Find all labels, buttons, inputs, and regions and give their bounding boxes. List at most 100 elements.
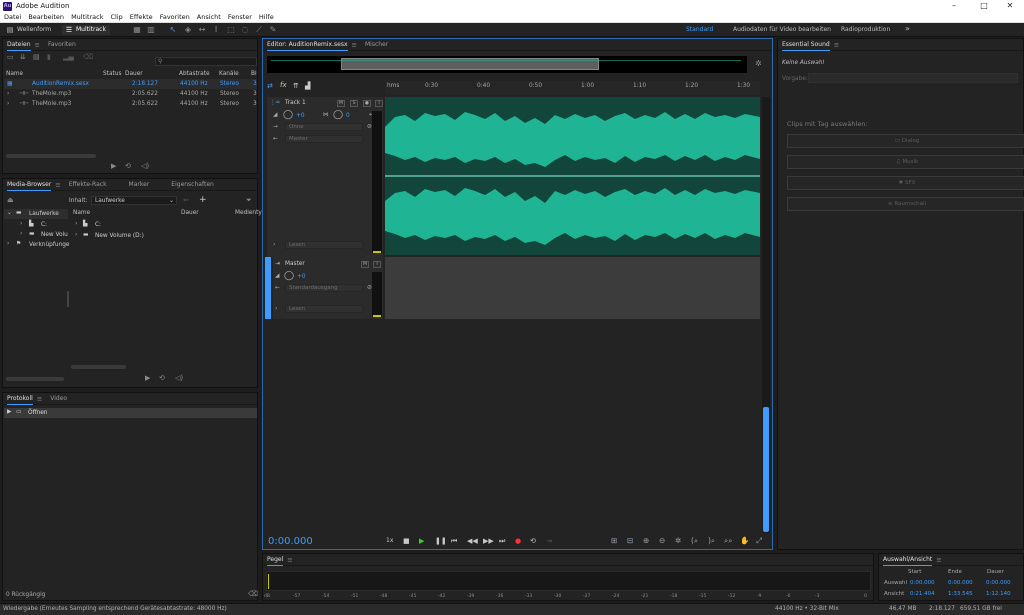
- zoom-out-full-icon[interactable]: ✲: [755, 59, 762, 68]
- input-select[interactable]: Ohne: [285, 123, 363, 131]
- zoom-selection-icon[interactable]: ⌕⌕: [724, 536, 732, 546]
- zoom-fit-icon[interactable]: ⤢: [756, 536, 762, 546]
- fast-forward-icon[interactable]: ▶▶: [483, 537, 494, 545]
- waveform-view-button[interactable]: ▤ Wellenform: [3, 25, 59, 35]
- history-item[interactable]: ▶ ▭ Öffnen: [4, 408, 257, 418]
- spectral-display-icon[interactable]: ▦: [132, 25, 142, 35]
- menu-effekte[interactable]: Effekte: [130, 13, 153, 21]
- view-start[interactable]: 0:21.404: [910, 591, 935, 597]
- tree-splitter[interactable]: [67, 291, 69, 307]
- selection-end[interactable]: 0:00.000: [948, 580, 973, 586]
- tab-video[interactable]: Video: [50, 395, 67, 402]
- solo-button[interactable]: S: [350, 100, 358, 107]
- volume-value[interactable]: +0: [297, 274, 306, 280]
- output-select[interactable]: Standardausgang: [285, 284, 363, 292]
- skip-selection-icon[interactable]: ⇥: [546, 537, 552, 545]
- zoom-out-full-icon[interactable]: ✲: [675, 536, 681, 545]
- zoom-out-amplitude-icon[interactable]: ⊟: [627, 536, 633, 545]
- time-selection-tool-icon[interactable]: I: [211, 25, 221, 35]
- volume-value[interactable]: +0: [296, 113, 305, 119]
- tab-protokoll[interactable]: Protokoll: [7, 395, 33, 405]
- razor-tool-icon[interactable]: ◈: [183, 25, 193, 35]
- files-search-input[interactable]: ⚲: [155, 57, 257, 66]
- master-track-header[interactable]: ⇥ Master M I ◢ ◯ +0 ← Standardausgang ⊘ …: [273, 257, 383, 319]
- preset-select[interactable]: [808, 73, 1018, 83]
- insert-multitrack-icon[interactable]: ▮: [47, 53, 51, 61]
- show-inputs-icon[interactable]: ⇄: [267, 82, 273, 90]
- tab-levels[interactable]: Pegel: [267, 556, 284, 566]
- pan-value[interactable]: 0: [346, 113, 350, 119]
- panel-menu-icon[interactable]: ≡: [834, 41, 839, 49]
- menu-ansicht[interactable]: Ansicht: [197, 13, 221, 21]
- autoplay-speaker-icon[interactable]: ◁): [175, 374, 183, 382]
- more-workspaces-button[interactable]: »: [905, 24, 910, 33]
- multitrack-view-button[interactable]: ☰ Multitrack: [62, 25, 110, 35]
- panel-menu-icon[interactable]: ≡: [55, 181, 60, 189]
- automation-mode-select[interactable]: Lesen: [285, 241, 363, 249]
- go-to-start-icon[interactable]: ⏮: [451, 537, 457, 546]
- play-icon[interactable]: ▶: [419, 537, 424, 545]
- back-icon[interactable]: ⇐: [183, 196, 189, 204]
- track-name[interactable]: Track 1: [285, 100, 306, 106]
- panel-menu-icon[interactable]: ≡: [936, 556, 941, 564]
- output-select[interactable]: Master: [285, 135, 363, 143]
- pitch-display-icon[interactable]: ▥: [146, 25, 156, 35]
- go-to-end-icon[interactable]: ⏭: [499, 537, 505, 546]
- tree-item-c[interactable]: › ▙ C:: [4, 220, 68, 230]
- zoom-out-time-icon[interactable]: ⊖: [659, 536, 665, 545]
- dialog-button[interactable]: ▭ Dialog: [787, 134, 1024, 148]
- tab-essential-sound[interactable]: Essential Sound: [782, 41, 830, 51]
- volume-knob[interactable]: ◯: [284, 271, 294, 281]
- view-end[interactable]: 1:33.545: [948, 591, 973, 597]
- input-monitor-button[interactable]: I: [373, 261, 381, 268]
- col-channels[interactable]: Kanäle: [219, 71, 239, 77]
- tree-item-new-volume[interactable]: › ▬ New Volu: [4, 230, 68, 240]
- spot-healing-tool-icon[interactable]: ✎: [268, 25, 278, 35]
- zoom-in-time-icon[interactable]: ⊕: [643, 536, 649, 545]
- selection-start[interactable]: 0:00.000: [910, 580, 935, 586]
- horizontal-scrollbar[interactable]: [6, 154, 96, 158]
- track1-header[interactable]: ⋮ ♒ Track 1 M S ● I ◢ ◯ +0 ⋈ ◯ 0 ⟷ → Ohn…: [267, 97, 383, 257]
- music-button[interactable]: ♫ Musik: [787, 155, 1024, 169]
- col-media-name[interactable]: Name: [73, 210, 90, 216]
- tab-properties[interactable]: Eigenschaften: [171, 181, 214, 188]
- table-row[interactable]: › ⊣⊢ TheMole.mp3 2:05.622 44100 Hz Stere…: [4, 100, 257, 110]
- mute-button[interactable]: M: [337, 100, 345, 107]
- drive-icon[interactable]: ⏏: [7, 196, 14, 204]
- tab-dateien[interactable]: Dateien: [7, 41, 31, 51]
- maximize-icon[interactable]: □: [970, 0, 998, 12]
- filter-icon[interactable]: ⏷: [246, 196, 252, 205]
- playback-speed[interactable]: 1x: [386, 537, 393, 544]
- selection-duration[interactable]: 0:00.000: [986, 580, 1011, 586]
- play-icon[interactable]: ▶: [145, 374, 150, 382]
- lasso-tool-icon[interactable]: ◌: [240, 25, 250, 35]
- tab-selection-view[interactable]: Auswahl/Ansicht: [883, 556, 933, 566]
- workspace-radio[interactable]: Radioproduktion: [841, 26, 890, 33]
- loop-icon[interactable]: ⟲: [159, 374, 165, 382]
- open-file-icon[interactable]: ▭: [7, 53, 14, 61]
- mute-button[interactable]: M: [361, 261, 369, 268]
- menu-fenster[interactable]: Fenster: [228, 13, 252, 21]
- input-monitor-button[interactable]: I: [375, 100, 383, 107]
- list-item[interactable]: › ▬ New Volume (D:): [71, 231, 257, 241]
- menu-favoriten[interactable]: Favoriten: [160, 13, 190, 21]
- panel-menu-icon[interactable]: ≡: [352, 41, 357, 49]
- sends-icon[interactable]: ⇈: [293, 82, 299, 90]
- panel-menu-icon[interactable]: ≡: [37, 395, 42, 403]
- menu-hilfe[interactable]: Hilfe: [259, 13, 274, 21]
- new-file-icon[interactable]: ▤: [33, 53, 40, 61]
- delete-icon[interactable]: ⌫: [83, 53, 93, 61]
- expand-chevron-icon[interactable]: ›: [7, 91, 9, 97]
- col-rate[interactable]: Abtastrate: [179, 71, 210, 77]
- list-scrollbar[interactable]: [71, 365, 126, 369]
- list-item[interactable]: › ▙ C:: [71, 220, 257, 230]
- col-bits[interactable]: Bi: [251, 71, 257, 77]
- content-select[interactable]: Laufwerke ⌄: [91, 196, 177, 205]
- autoplay-speaker-icon[interactable]: ◁): [141, 162, 149, 170]
- move-tool-icon[interactable]: ↖: [168, 25, 178, 35]
- col-duration[interactable]: Dauer: [125, 71, 143, 77]
- record-icon[interactable]: ●: [515, 537, 521, 545]
- workspace-video-edit[interactable]: Audiodaten für Video bearbeiten: [733, 26, 831, 33]
- brush-tool-icon[interactable]: ⟋: [254, 25, 264, 35]
- delete-history-icon[interactable]: ⌫: [248, 590, 258, 598]
